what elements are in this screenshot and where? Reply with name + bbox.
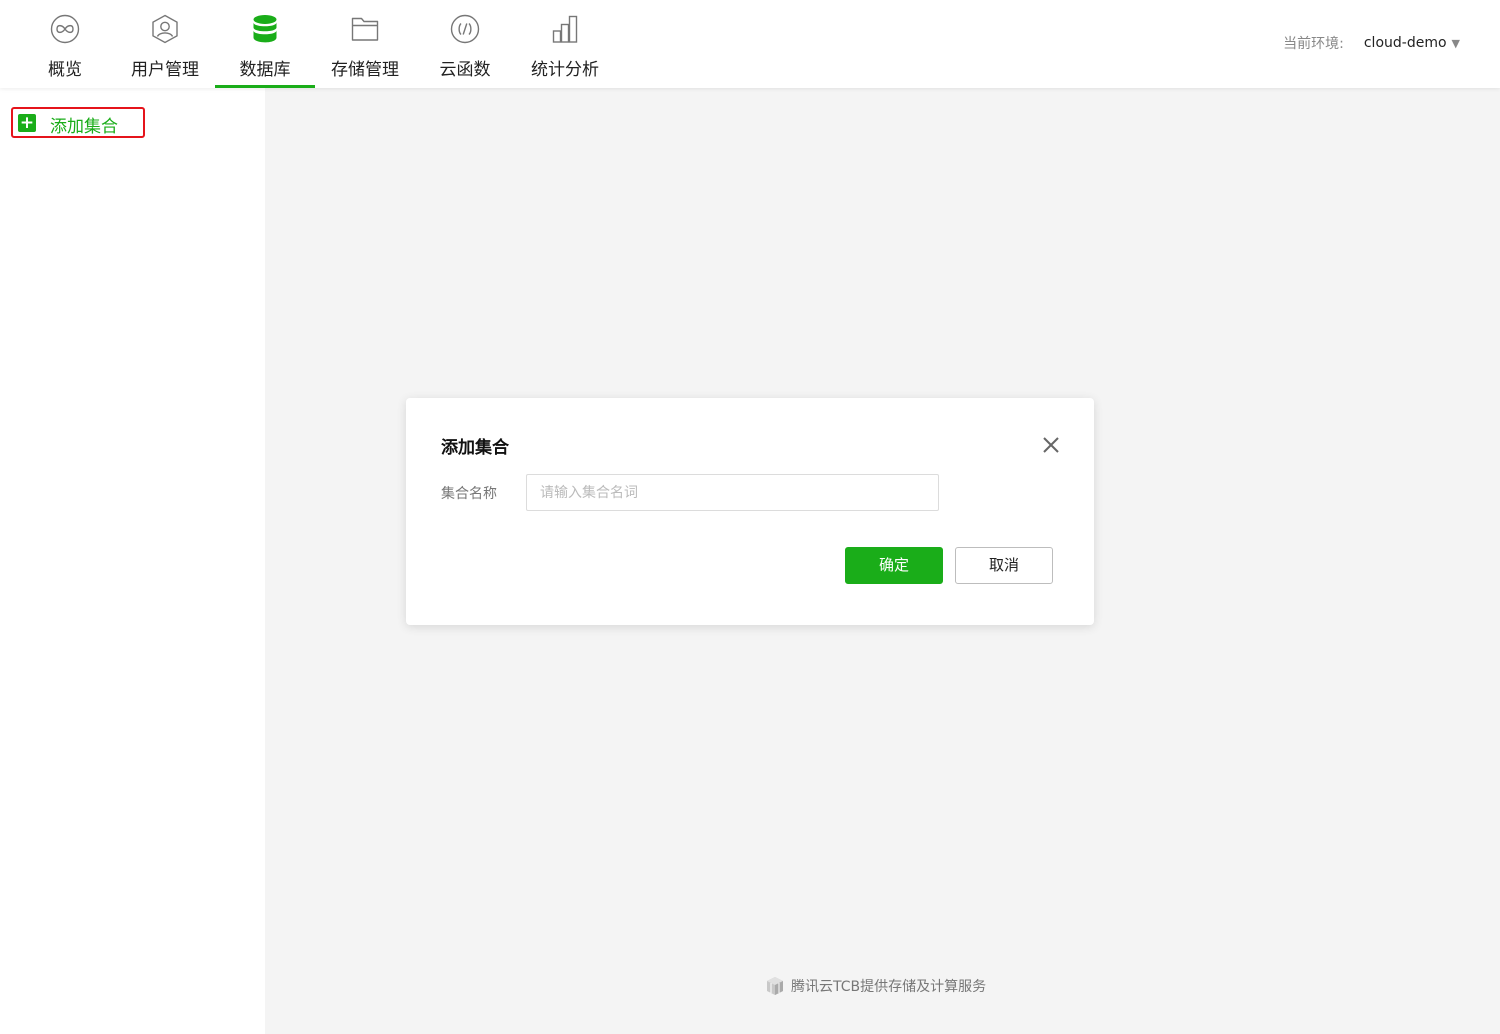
close-icon[interactable] [1042,436,1060,454]
user-icon [152,14,178,44]
environment-value[interactable]: cloud-demo [1364,35,1447,51]
collection-name-input[interactable] [526,474,939,511]
nav-item-overview[interactable]: 概览 [15,0,115,88]
add-collection-label: 添加集合 [50,117,118,137]
nav-item-functions[interactable]: 云函数 [415,0,515,88]
top-navigation-bar: 概览 用户管理 数据库 存储管理 云函数 统计分析 当前环境: cloud-de… [0,0,1500,88]
nav-item-analytics[interactable]: 统计分析 [515,0,615,88]
cancel-button[interactable]: 取消 [955,547,1053,584]
tencent-cloud-logo-icon [767,977,783,995]
collection-name-label: 集合名称 [441,486,497,502]
bar-chart-icon [552,15,578,43]
caret-down-icon[interactable]: ▼ [1452,37,1460,50]
infinity-icon [50,14,80,44]
plus-icon: + [18,113,36,133]
main-nav: 概览 用户管理 数据库 存储管理 云函数 统计分析 [15,0,615,88]
code-icon [450,14,480,44]
footer-text: 腾讯云TCB提供存储及计算服务 [791,979,987,995]
dialog-title: 添加集合 [441,438,509,458]
add-collection-button[interactable]: + 添加集合 [11,107,145,138]
nav-item-label: 概览 [48,60,82,80]
collection-sidebar: + 添加集合 [0,88,265,1034]
nav-item-label: 云函数 [439,60,491,80]
nav-item-label: 数据库 [239,60,291,80]
database-icon [253,15,277,43]
confirm-button[interactable]: 确定 [845,547,943,584]
nav-item-users[interactable]: 用户管理 [115,0,215,88]
add-collection-dialog: 添加集合 集合名称 确定 取消 [406,398,1094,625]
nav-item-label: 用户管理 [131,60,199,80]
nav-item-storage[interactable]: 存储管理 [315,0,415,88]
folder-icon [351,17,379,41]
nav-item-database[interactable]: 数据库 [215,0,315,88]
environment-selector[interactable]: 当前环境: cloud-demo ▼ [1283,33,1460,53]
nav-item-label: 存储管理 [331,60,399,80]
footer: 腾讯云TCB提供存储及计算服务 [765,976,986,996]
nav-item-label: 统计分析 [531,60,599,80]
environment-label: 当前环境: [1283,36,1344,52]
